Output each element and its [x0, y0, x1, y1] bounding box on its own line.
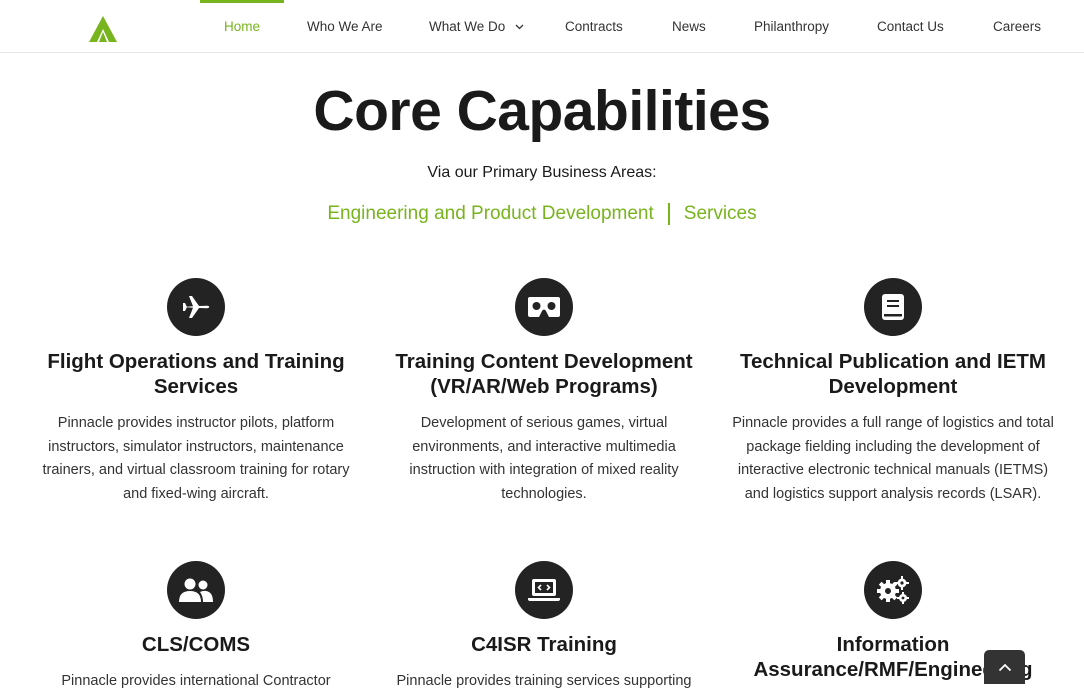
- gears-icon: [864, 561, 922, 619]
- airplane-icon: [167, 278, 225, 336]
- nav-what-we-do-label: What We Do: [429, 19, 506, 34]
- card-description: Pinnacle provides international Contract…: [61, 673, 331, 689]
- card-description: Pinnacle provides training services supp…: [396, 673, 692, 689]
- capability-card-training-content: Training Content Development (VR/AR/Web …: [379, 278, 709, 506]
- card-title: Technical Publication and IETM Developme…: [739, 350, 1047, 398]
- nav-philanthropy-label: Philanthropy: [754, 19, 830, 34]
- capability-card-cls-coms: CLS/COMS Pinnacle provides international…: [31, 561, 361, 694]
- card-title: C4ISR Training: [471, 633, 617, 656]
- logo-icon[interactable]: [88, 15, 118, 43]
- nav-news-label: News: [672, 19, 706, 34]
- nav-news[interactable]: News: [672, 0, 706, 52]
- page-title: Core Capabilities: [313, 79, 771, 143]
- nav-careers[interactable]: Careers: [993, 0, 1041, 52]
- area-services-link[interactable]: Services: [684, 203, 757, 224]
- scroll-to-top-button[interactable]: [984, 650, 1025, 684]
- nav-home[interactable]: Home: [200, 0, 285, 52]
- divider: [667, 203, 670, 225]
- nav-contact-us[interactable]: Contact Us: [877, 0, 944, 52]
- card-title: Training Content Development (VR/AR/Web …: [395, 350, 693, 398]
- vr-headset-icon: [515, 278, 573, 336]
- capability-card-technical-publication: Technical Publication and IETM Developme…: [728, 278, 1058, 506]
- nav-careers-label: Careers: [993, 19, 1042, 34]
- nav-home-label: Home: [224, 19, 261, 34]
- nav-contracts-label: Contracts: [565, 19, 623, 34]
- top-navigation: Home Who We Are What We Do Contracts New…: [0, 0, 1084, 53]
- nav-contracts[interactable]: Contracts: [565, 0, 623, 52]
- capability-card-c4isr: C4ISR Training Pinnacle provides trainin…: [379, 561, 709, 694]
- nav-who-we-are-label: Who We Are: [307, 19, 383, 34]
- business-areas-subtitle: Via our Primary Business Areas:: [427, 164, 657, 181]
- nav-what-we-do[interactable]: What We Do: [429, 0, 524, 52]
- nav-philanthropy[interactable]: Philanthropy: [754, 0, 829, 52]
- laptop-code-icon: [515, 561, 573, 619]
- card-description: Pinnacle provides a full range of logist…: [732, 415, 1054, 502]
- nav-who-we-are[interactable]: Who We Are: [307, 0, 383, 52]
- capability-card-flight-operations: Flight Operations and Training Services …: [31, 278, 361, 506]
- area-engineering-link[interactable]: Engineering and Product Development: [327, 203, 653, 224]
- book-icon: [864, 278, 922, 336]
- nav-contact-us-label: Contact Us: [877, 19, 944, 34]
- chevron-up-icon: [998, 663, 1011, 671]
- card-description: Development of serious games, virtual en…: [409, 415, 679, 502]
- card-description: Pinnacle provides instructor pilots, pla…: [42, 415, 350, 502]
- business-areas: Engineering and Product Development Servi…: [0, 203, 1084, 225]
- active-indicator: [200, 0, 285, 3]
- users-icon: [167, 561, 225, 619]
- card-title: CLS/COMS: [141, 633, 251, 656]
- card-title: Flight Operations and Training Services: [47, 350, 345, 398]
- chevron-down-icon: [515, 24, 524, 30]
